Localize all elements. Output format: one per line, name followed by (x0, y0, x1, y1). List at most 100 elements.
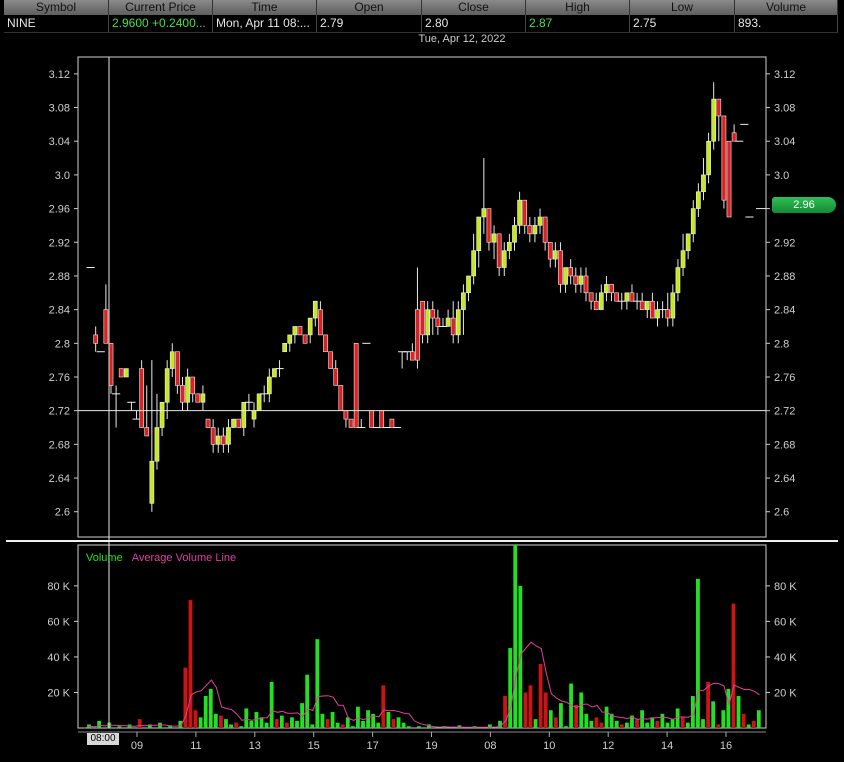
volume-bar (614, 720, 619, 728)
candle-body (614, 292, 619, 302)
candle-body (701, 174, 706, 193)
candle-body (292, 326, 298, 336)
volume-bar (701, 719, 705, 728)
time-tick-label: 13 (249, 740, 261, 752)
candle-body (726, 140, 732, 218)
candle-body (665, 309, 671, 319)
candle-body (190, 376, 196, 395)
candle-body (650, 300, 655, 319)
volume-tick-label-right: 80 K (774, 581, 797, 593)
candle-body (644, 300, 650, 310)
candle-body (195, 393, 201, 403)
volume-bar (660, 713, 665, 728)
volume-bar (208, 688, 213, 728)
candle-body (537, 216, 543, 226)
volume-bar (655, 720, 660, 728)
candle-body (287, 334, 293, 344)
candle-body (180, 385, 185, 403)
volume-bar (756, 710, 761, 728)
volume-bar (117, 726, 122, 728)
price-tick-label-right: 2.64 (774, 473, 795, 485)
volume-bar (685, 722, 690, 728)
candle-body (476, 216, 482, 251)
candle-body (323, 334, 328, 353)
candle-body (369, 410, 374, 428)
legend-average-volume-line: Average Volume Line (131, 552, 237, 564)
volume-bar (264, 722, 269, 728)
volume-bar (604, 706, 609, 728)
volume-bar (731, 603, 736, 728)
candle-body (542, 216, 548, 243)
legend-volume: Volume (86, 552, 123, 564)
volume-bar (219, 715, 223, 728)
candle-body (333, 368, 339, 386)
candle-body (578, 275, 584, 285)
candle-body (445, 317, 451, 327)
volume-bar (213, 713, 218, 728)
candle-body (430, 309, 436, 319)
volume-bar (741, 713, 746, 728)
volume-bar (599, 722, 604, 728)
candle-body (604, 284, 609, 294)
candle-body (716, 98, 722, 117)
candle-body (629, 292, 635, 302)
volume-bar (508, 648, 513, 728)
time-tick-label: 15 (308, 740, 320, 752)
candle-body (491, 233, 497, 243)
candle-body (512, 225, 517, 243)
volume-bar (650, 717, 655, 728)
volume-bar (330, 712, 335, 728)
candle-body (139, 368, 144, 428)
candle-body (108, 343, 114, 386)
price-tick-label-left: 2.64 (49, 473, 70, 485)
volume-bar (188, 600, 193, 728)
candle-body (547, 241, 553, 260)
candle-body (251, 410, 257, 420)
time-tick-label: 19 (425, 740, 437, 752)
volume-bar (711, 701, 716, 728)
volume-bar (97, 720, 102, 728)
candle-body (379, 410, 385, 428)
candle-body (353, 343, 359, 428)
volume-bar (366, 710, 370, 728)
candle-body (302, 334, 308, 344)
volume-bar (594, 717, 599, 728)
candle-body (624, 292, 630, 302)
candle-body (159, 401, 165, 428)
price-tick-label-left: 2.6 (55, 507, 70, 519)
candle-body (103, 309, 109, 344)
volume-bar (665, 722, 670, 728)
candle-body (471, 250, 476, 277)
time-tick-label: 16 (720, 740, 732, 752)
candle-body (93, 334, 99, 344)
volume-bar (295, 720, 299, 728)
price-volume-chart[interactable]: 3.12 3.12 3.08 3.08 3.04 3.04 3.0 3.0 2.96 2.96 2.… (0, 0, 844, 762)
candle-body (696, 191, 701, 209)
time-axis-ticks: 09 11 13 15 17 19 08 10 12 14 16 (131, 732, 732, 752)
candle-body (297, 326, 303, 336)
candle-body (169, 351, 175, 369)
time-tick-label: 11 (190, 740, 201, 752)
volume-tick-label-left: 40 K (47, 652, 70, 664)
price-tick-label-right: 2.6 (774, 507, 789, 519)
volume-tick-label-right: 20 K (774, 687, 797, 699)
candle-body (558, 250, 563, 285)
volume-bar (645, 722, 650, 728)
volume-bar-series (87, 545, 761, 728)
volume-bar (249, 720, 254, 728)
candle-body (435, 317, 441, 327)
candle-body (609, 284, 614, 294)
candle-body (307, 317, 313, 336)
volume-bar (391, 719, 396, 728)
volume-bar (356, 706, 360, 728)
volume-bar (290, 717, 294, 728)
volume-bar (381, 685, 386, 728)
volume-bar (274, 719, 279, 728)
price-tick-label-left: 2.76 (49, 372, 70, 384)
volume-bar (396, 717, 401, 728)
price-tick-label-left: 2.84 (49, 305, 70, 317)
volume-pane-border (77, 544, 767, 729)
candle-body (450, 317, 456, 336)
candle-body (680, 250, 686, 268)
chart-frame (6, 56, 838, 733)
